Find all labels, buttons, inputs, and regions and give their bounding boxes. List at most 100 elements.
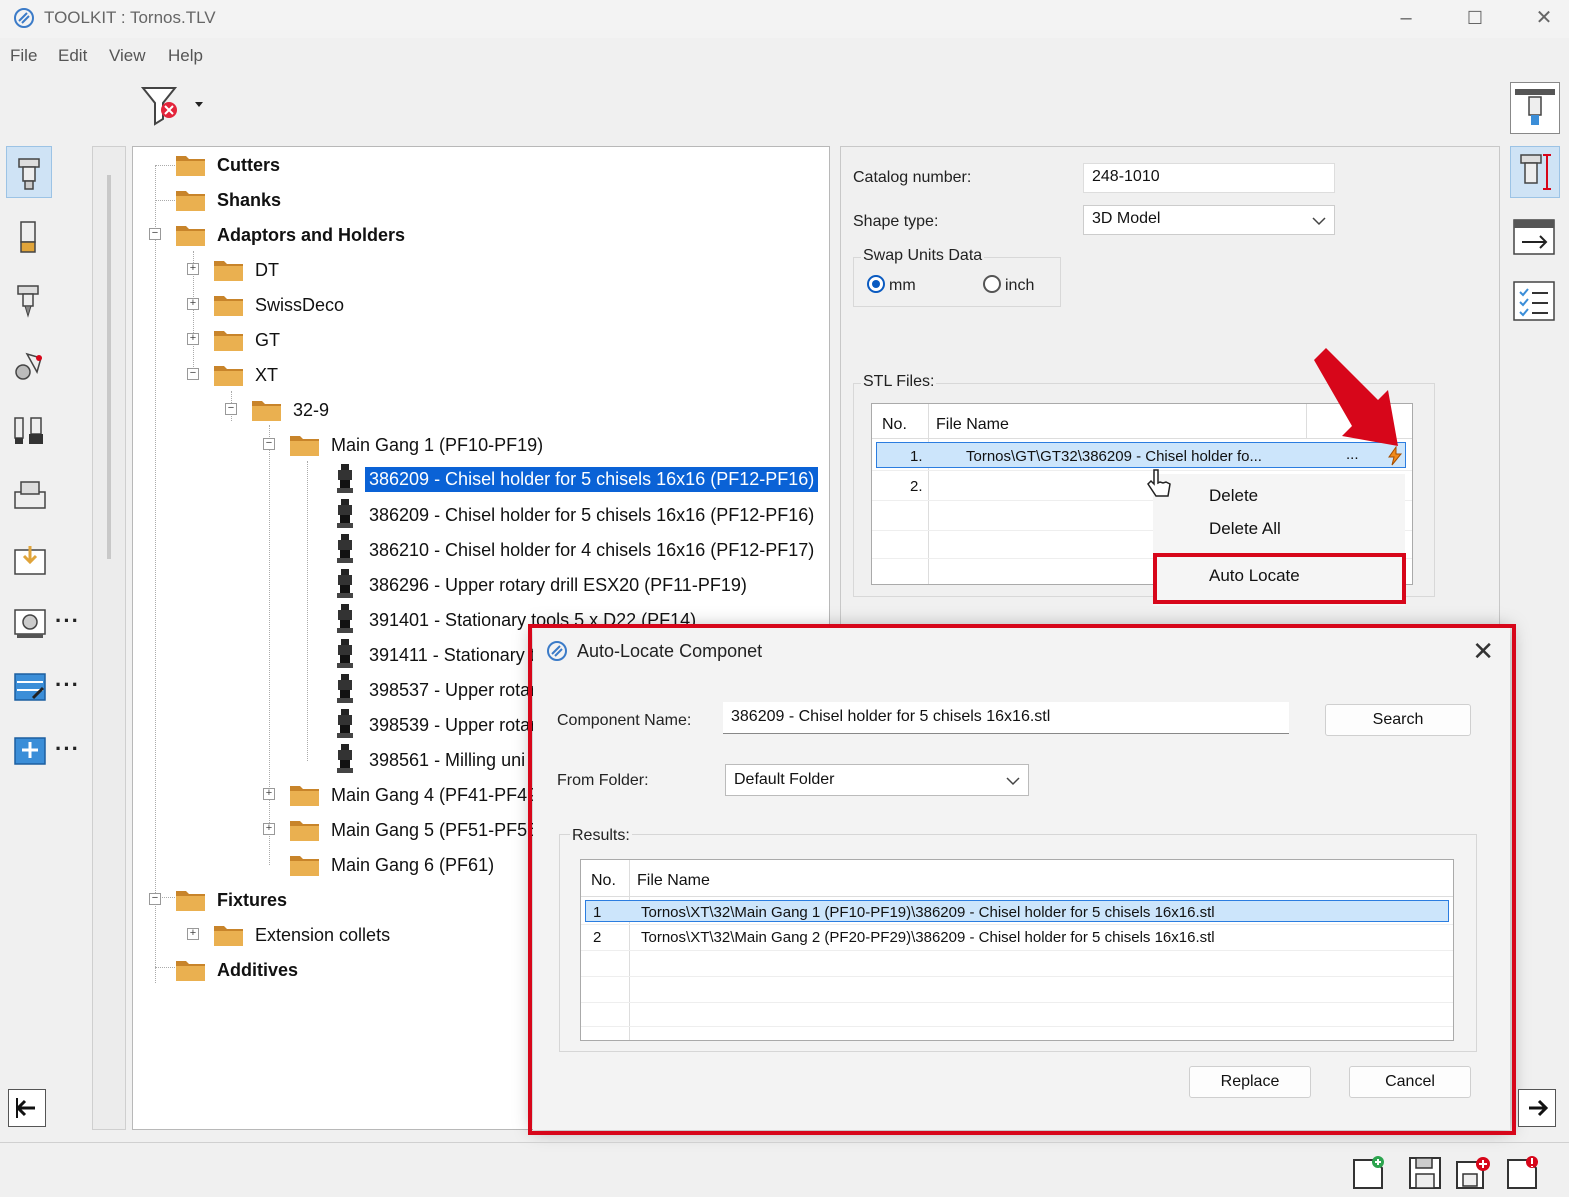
import-icon	[14, 546, 46, 575]
expand-icon[interactable]: +	[187, 263, 199, 275]
tool-holder-tab-button[interactable]	[6, 146, 52, 198]
more-camera-options-icon[interactable]: ···	[55, 608, 80, 634]
tree-node-extension-collets[interactable]: + Extension collets	[133, 919, 533, 951]
collapse-icon[interactable]: −	[149, 228, 161, 240]
menu-file[interactable]: File	[10, 46, 37, 66]
save-icon[interactable]	[1406, 1154, 1444, 1192]
inch-label: inch	[1005, 277, 1035, 294]
new-file-icon[interactable]	[1350, 1154, 1388, 1192]
import-button[interactable]	[6, 532, 52, 584]
tree-label: Adaptors and Holders	[217, 225, 406, 245]
export-icon[interactable]	[1504, 1154, 1542, 1192]
folder-icon	[214, 366, 243, 386]
machine-icon	[14, 481, 46, 509]
tool-view-button[interactable]	[1510, 82, 1560, 134]
save-all-icon[interactable]	[1455, 1154, 1493, 1192]
holder-icon	[337, 464, 353, 493]
collapse-left-button[interactable]	[8, 1089, 46, 1127]
expand-icon[interactable]: +	[187, 298, 199, 310]
collapse-icon[interactable]: −	[149, 893, 161, 905]
maximize-button[interactable]: ☐	[1455, 4, 1495, 32]
tree-node-cutters[interactable]: Cutters	[133, 149, 433, 181]
tree-node-32-9[interactable]: − 32-9	[133, 394, 433, 426]
tree-label: XT	[255, 365, 279, 385]
shape-type-select[interactable]: 3D Model	[1083, 205, 1335, 235]
status-divider	[0, 1142, 1569, 1143]
tool-holder-icon	[18, 158, 40, 190]
tree-node-swissdeco[interactable]: + SwissDeco	[133, 289, 433, 321]
folder-icon	[176, 891, 205, 911]
tree-label: 32-9	[293, 400, 330, 420]
tree-label: Main Gang 6 (PF61)	[331, 855, 495, 875]
folder-icon	[214, 296, 243, 316]
tree-node-gt[interactable]: + GT	[133, 324, 433, 356]
tree-node-main-gang-1[interactable]: − Main Gang 1 (PF10-PF19)	[133, 429, 633, 461]
expand-icon[interactable]: +	[187, 928, 199, 940]
tree-label: Extension collets	[255, 925, 391, 945]
checklist-button[interactable]	[1510, 276, 1560, 328]
more-item-options-icon[interactable]: ···	[55, 736, 80, 762]
context-delete[interactable]: Delete	[1209, 486, 1258, 506]
catalog-number-field[interactable]: 248-1010	[1083, 163, 1335, 193]
assembly-tool-button[interactable]	[6, 338, 52, 390]
tree-label: Cutters	[217, 155, 281, 175]
minimize-button[interactable]: –	[1386, 4, 1426, 32]
tree-item[interactable]: 386209 - Chisel holder for 5 chisels 16x…	[133, 499, 829, 531]
collapse-icon[interactable]: −	[225, 403, 237, 415]
holder-icon	[337, 639, 353, 668]
tree-node-dt[interactable]: + DT	[133, 254, 433, 286]
cutter-tool-button[interactable]	[6, 274, 52, 326]
close-button[interactable]: ✕	[1524, 4, 1564, 32]
expand-icon[interactable]: +	[187, 333, 199, 345]
tree-node-fixtures[interactable]: − Fixtures	[133, 884, 433, 916]
tree-label: SwissDeco	[255, 295, 345, 315]
swap-panel-button[interactable]	[1510, 212, 1560, 264]
tool-view-icon	[1515, 89, 1555, 125]
catalog-number-label: Catalog number:	[853, 169, 972, 186]
column-header-no: No.	[882, 416, 907, 433]
inch-radio[interactable]	[983, 275, 1001, 293]
collapse-icon[interactable]: −	[187, 368, 199, 380]
arrow-left-icon	[15, 1098, 35, 1118]
holder-icon	[337, 744, 353, 773]
collapse-icon[interactable]: −	[263, 438, 275, 450]
camera-settings-button[interactable]	[6, 596, 52, 648]
folder-icon	[290, 436, 319, 456]
folder-icon	[176, 226, 205, 246]
folder-icon	[176, 156, 205, 176]
folder-icon	[290, 821, 319, 841]
expand-icon[interactable]: +	[263, 823, 275, 835]
machine-button[interactable]	[6, 468, 52, 520]
list-edit-button[interactable]	[6, 660, 52, 712]
tree-label: 398539 - Upper rotar	[369, 715, 537, 735]
folder-icon	[252, 401, 281, 421]
holder-dimension-button[interactable]	[1510, 146, 1560, 198]
holder-icon	[337, 604, 353, 633]
shank-tool-button[interactable]	[6, 210, 52, 262]
tree-item[interactable]: 386210 - Chisel holder for 4 chisels 16x…	[133, 534, 829, 566]
context-delete-all[interactable]: Delete All	[1209, 519, 1281, 539]
menu-help[interactable]: Help	[168, 46, 203, 66]
menu-edit[interactable]: Edit	[58, 46, 87, 66]
collapse-right-button[interactable]	[1518, 1089, 1556, 1127]
expand-icon[interactable]: +	[263, 788, 275, 800]
holder-icon	[337, 499, 353, 528]
mm-radio[interactable]	[867, 275, 885, 293]
tree-item-selected[interactable]: 386209 - Chisel holder for 5 chisels 16x…	[133, 464, 829, 496]
tree-label: DT	[255, 260, 279, 280]
tree-node-shanks[interactable]: Shanks	[133, 184, 433, 216]
menu-view[interactable]: View	[109, 46, 146, 66]
tree-node-additives[interactable]: Additives	[133, 954, 433, 986]
panel-splitter[interactable]	[92, 146, 126, 1130]
tree-node-xt[interactable]: − XT	[133, 359, 433, 391]
more-list-options-icon[interactable]: ···	[55, 672, 80, 698]
clear-filter-button[interactable]	[140, 84, 210, 130]
stl-files-label: STL Files:	[861, 373, 937, 391]
new-item-button[interactable]	[6, 724, 52, 776]
tree-item[interactable]: 386296 - Upper rotary drill ESX20 (PF11-…	[133, 569, 829, 601]
tree-label: 391411 - Stationary t	[369, 645, 535, 665]
tree-node-adaptors-and-holders[interactable]: − Adaptors and Holders	[133, 219, 533, 251]
tool-pair-icon	[14, 417, 43, 444]
splitter-scroll-thumb[interactable]	[107, 175, 111, 559]
pair-tool-button[interactable]	[6, 404, 52, 456]
